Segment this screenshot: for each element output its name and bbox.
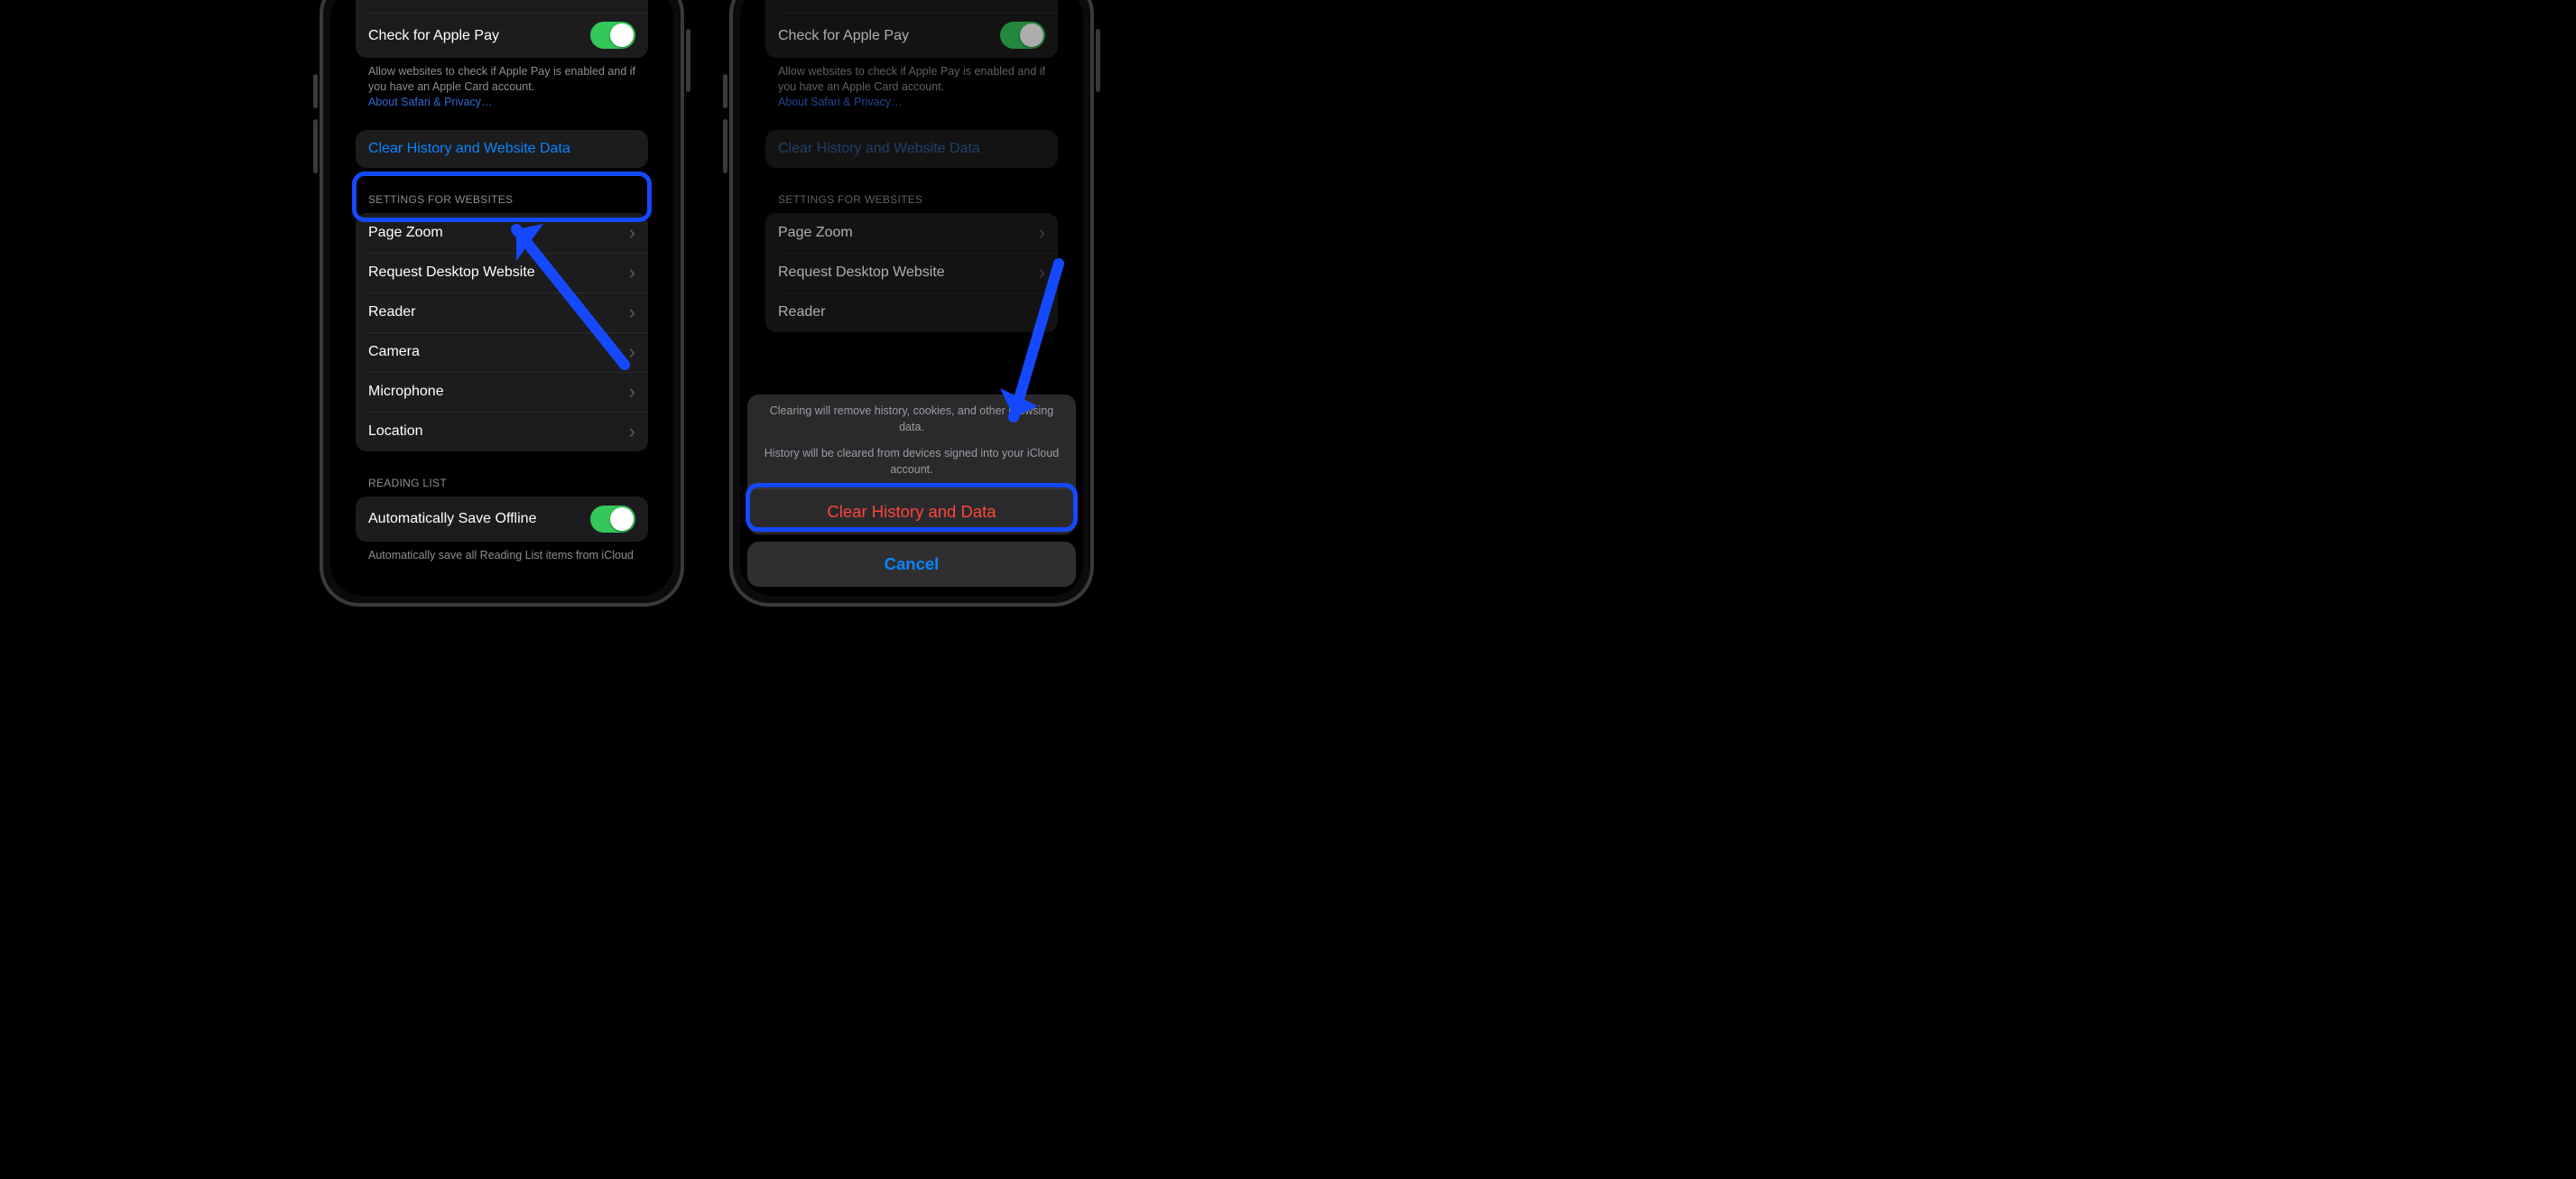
side-button-left-1 bbox=[313, 74, 318, 108]
reading-list-group: Automatically Save Offline bbox=[356, 497, 648, 542]
row-page-zoom[interactable]: Page Zoom › bbox=[356, 213, 648, 253]
about-safari-link[interactable]: About Safari & Privacy… bbox=[368, 96, 493, 108]
websites-group: Page Zoom › Request Desktop Website › Re… bbox=[356, 213, 648, 451]
side-button-right bbox=[686, 29, 690, 92]
label-auto-offline: Automatically Save Offline bbox=[368, 510, 590, 527]
label-apple-pay: Check for Apple Pay bbox=[368, 27, 590, 44]
chevron-right-icon: › bbox=[624, 223, 635, 243]
privacy-footer: Allow websites to check if Apple Pay is … bbox=[356, 58, 648, 110]
phone-right: Privacy Preserving Ad Measurement Check … bbox=[729, 0, 1094, 607]
side-button-left-1 bbox=[723, 74, 727, 108]
privacy-footer-text: Allow websites to check if Apple Pay is … bbox=[368, 65, 635, 93]
row-location[interactable]: Location › bbox=[356, 412, 648, 451]
label-location: Location bbox=[368, 422, 624, 440]
side-button-left-2 bbox=[313, 119, 318, 173]
toggle-apple-pay[interactable] bbox=[590, 22, 635, 49]
label-reader: Reader bbox=[368, 303, 624, 320]
clear-history-and-data-button[interactable]: Clear History and Data bbox=[747, 489, 1076, 534]
row-microphone[interactable]: Microphone › bbox=[356, 372, 648, 412]
row-auto-offline[interactable]: Automatically Save Offline bbox=[356, 497, 648, 542]
label-ppam: Privacy Preserving Ad Measurement bbox=[368, 0, 590, 4]
clear-history-label: Clear History and Website Data bbox=[356, 130, 648, 168]
label-microphone: Microphone bbox=[368, 383, 624, 400]
privacy-group: Privacy Preserving Ad Measurement Check … bbox=[356, 0, 648, 58]
row-request-desktop[interactable]: Request Desktop Website › bbox=[356, 253, 648, 292]
chevron-right-icon: › bbox=[624, 382, 635, 402]
row-ppam[interactable]: Privacy Preserving Ad Measurement bbox=[356, 0, 648, 13]
side-button-right bbox=[1096, 29, 1100, 92]
chevron-right-icon: › bbox=[624, 302, 635, 322]
action-sheet: Clearing will remove history, cookies, a… bbox=[747, 395, 1076, 587]
websites-header: Settings for Websites bbox=[356, 168, 648, 213]
sheet-message-2: History will be cleared from devices sig… bbox=[747, 444, 1076, 488]
row-reader[interactable]: Reader › bbox=[356, 292, 648, 332]
sheet-message-1: Clearing will remove history, cookies, a… bbox=[747, 395, 1076, 444]
toggle-auto-offline[interactable] bbox=[590, 506, 635, 533]
chevron-right-icon: › bbox=[624, 422, 635, 441]
clear-history-row[interactable]: Clear History and Website Data bbox=[356, 130, 648, 168]
cancel-button[interactable]: Cancel bbox=[747, 542, 1076, 587]
side-button-left-2 bbox=[723, 119, 727, 173]
row-apple-pay[interactable]: Check for Apple Pay bbox=[356, 13, 648, 58]
label-camera: Camera bbox=[368, 343, 624, 360]
reading-list-header: Reading List bbox=[356, 451, 648, 497]
phone-left: Privacy Preserving Ad Measurement Check … bbox=[320, 0, 684, 607]
chevron-right-icon: › bbox=[624, 342, 635, 362]
label-request-desktop: Request Desktop Website bbox=[368, 264, 624, 281]
chevron-right-icon: › bbox=[624, 263, 635, 283]
reading-list-footer: Automatically save all Reading List item… bbox=[356, 542, 648, 563]
label-page-zoom: Page Zoom bbox=[368, 224, 624, 241]
row-camera[interactable]: Camera › bbox=[356, 332, 648, 372]
action-sheet-card: Clearing will remove history, cookies, a… bbox=[747, 395, 1076, 534]
